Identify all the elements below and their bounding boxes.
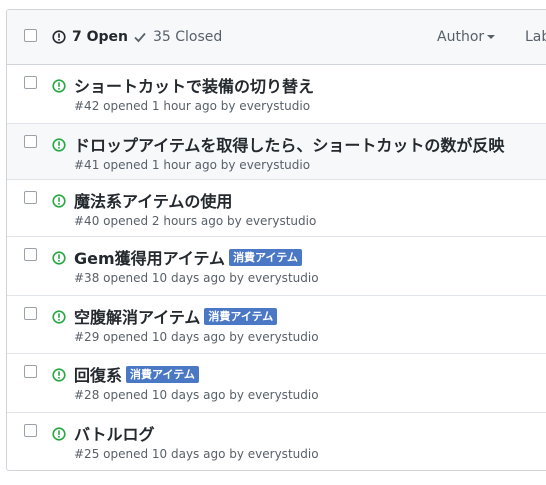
issue-meta: #41 opened 1 hour ago by everystudio — [74, 158, 311, 172]
issue-meta: #29 opened 10 days ago by everystudio — [74, 330, 319, 344]
issue-label-badge[interactable]: 消費アイテム — [204, 307, 278, 325]
issue-title-link[interactable]: ショートカットで装備の切り替え — [74, 73, 314, 97]
check-icon — [134, 32, 146, 43]
issue-opened-icon — [52, 193, 66, 212]
issue-title-link[interactable]: 魔法系アイテムの使用 — [74, 188, 232, 212]
open-count-label: 7 Open — [72, 29, 128, 45]
author-filter-menu[interactable]: Author — [437, 29, 496, 45]
issue-title-line: Gem獲得用アイテム 消費アイテム — [74, 245, 302, 269]
issue-checkbox[interactable] — [24, 424, 37, 437]
issue-meta: #38 opened 10 days ago by everystudio — [74, 271, 319, 285]
issues-list-box: 7 Open 35 Closed Author Labels ショートカットで装… — [6, 9, 546, 471]
open-issues-filter[interactable]: 7 Open — [52, 29, 128, 45]
issue-row[interactable]: 空腹解消アイテム 消費アイテム #29 opened 10 days ago by … — [7, 295, 546, 354]
issue-meta: #28 opened 10 days ago by everystudio — [74, 388, 319, 402]
issue-title-line: バトルログ — [74, 421, 154, 445]
issue-checkbox[interactable] — [24, 248, 37, 261]
issue-title-line: ドロップアイテムを取得したら、ショートカットの数が反映 — [74, 132, 504, 156]
issue-checkbox[interactable] — [24, 135, 37, 148]
issue-title-link[interactable]: Gem獲得用アイテム — [74, 245, 225, 269]
issue-title-line: 回復系 消費アイテム — [74, 362, 199, 386]
issue-checkbox[interactable] — [24, 365, 37, 378]
issue-title-link[interactable]: バトルログ — [74, 421, 154, 445]
chevron-down-icon — [487, 35, 496, 39]
closed-issues-filter[interactable]: 35 Closed — [133, 29, 222, 45]
issues-list-header: 7 Open 35 Closed Author Labels — [7, 10, 546, 65]
issue-checkbox[interactable] — [24, 307, 37, 320]
issue-title-link[interactable]: 回復系 — [74, 362, 122, 386]
issue-title-line: 魔法系アイテムの使用 — [74, 188, 232, 212]
labels-filter-menu[interactable]: Labels — [525, 29, 546, 45]
issue-meta: #25 opened 10 days ago by everystudio — [74, 447, 319, 461]
issue-opened-icon — [52, 367, 66, 386]
issue-opened-icon — [52, 78, 66, 97]
issue-meta: #42 opened 1 hour ago by everystudio — [74, 99, 311, 113]
issue-label-badge[interactable]: 消費アイテム — [229, 248, 302, 266]
issue-row[interactable]: 回復系 消費アイテム #28 opened 10 days ago by every… — [7, 353, 546, 413]
issue-row[interactable]: バトルログ #25 opened 10 days ago by everystud… — [7, 412, 546, 470]
issue-opened-icon — [52, 137, 66, 156]
issue-checkbox[interactable] — [24, 76, 37, 89]
issue-row[interactable]: ショートカットで装備の切り替え #42 opened 1 hour ago by … — [7, 65, 546, 123]
issue-opened-icon — [52, 426, 66, 445]
issue-label-badge[interactable]: 消費アイテム — [126, 365, 199, 383]
issue-title-line: ショートカットで装備の切り替え — [74, 73, 314, 97]
closed-count-label: 35 Closed — [153, 29, 223, 45]
issue-opened-icon — [52, 309, 66, 328]
issue-title-link[interactable]: 空腹解消アイテム — [74, 304, 200, 328]
labels-filter-label: Labels — [525, 29, 546, 45]
select-all-checkbox[interactable] — [24, 29, 37, 42]
issue-opened-icon — [52, 30, 66, 44]
issue-row[interactable]: 魔法系アイテムの使用 #40 opened 2 hours ago by ever… — [7, 179, 546, 237]
issue-title-link[interactable]: ドロップアイテムを取得したら、ショートカットの数が反映 — [74, 132, 504, 156]
issue-row[interactable]: ドロップアイテムを取得したら、ショートカットの数が反映 #41 opened 1 … — [7, 123, 546, 180]
issue-row[interactable]: Gem獲得用アイテム 消費アイテム #38 opened 10 days ago b… — [7, 236, 546, 296]
issue-checkbox[interactable] — [24, 191, 37, 204]
issue-meta: #40 opened 2 hours ago by everystudio — [74, 214, 317, 228]
author-filter-label: Author — [437, 29, 485, 45]
issue-title-line: 空腹解消アイテム 消費アイテム — [74, 304, 278, 328]
issue-opened-icon — [52, 250, 66, 269]
